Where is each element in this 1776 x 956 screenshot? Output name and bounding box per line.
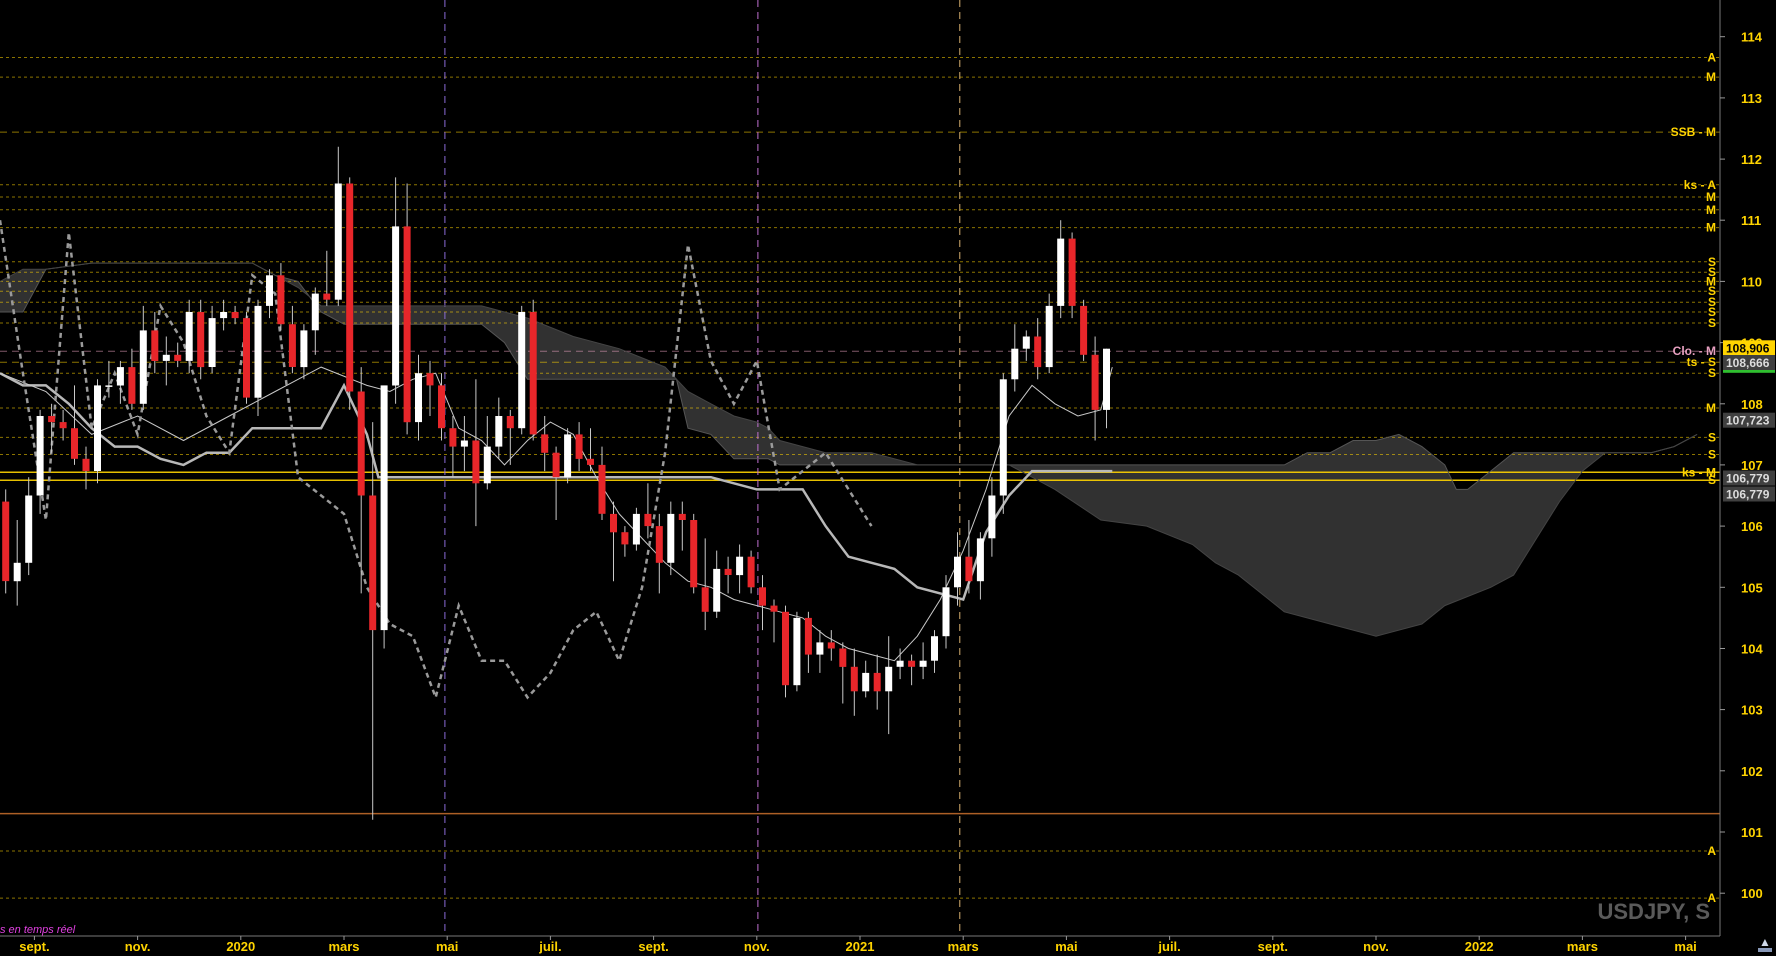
- svg-text:106,779: 106,779: [1726, 488, 1770, 502]
- y-tick-label: 102: [1741, 764, 1763, 779]
- x-tick-label: juil.: [538, 939, 561, 954]
- candle: [518, 305, 526, 435]
- level-label: S: [1708, 366, 1716, 380]
- level-label: A: [1707, 51, 1716, 65]
- svg-text:108,906: 108,906: [1726, 341, 1770, 355]
- y-tick-label: 112: [1741, 152, 1762, 167]
- x-tick-label: nov.: [1363, 939, 1389, 954]
- symbol-label: USDJPY, S: [1598, 899, 1711, 924]
- candle: [94, 379, 101, 484]
- x-tick-label: sept.: [1258, 939, 1288, 954]
- x-tick-label: 2020: [226, 939, 255, 954]
- y-tick-label: 110: [1741, 274, 1762, 289]
- level-label: S: [1708, 473, 1716, 487]
- level-label: M: [1706, 221, 1716, 235]
- y-tick-label: 104: [1741, 642, 1763, 657]
- x-tick-label: nov.: [744, 939, 770, 954]
- x-tick-label: nov.: [125, 939, 151, 954]
- candle: [690, 513, 698, 594]
- y-tick-label: 100: [1741, 886, 1763, 901]
- x-tick-label: sept.: [638, 939, 668, 954]
- price-tag: 107,723: [1723, 412, 1775, 428]
- candle: [747, 550, 755, 594]
- x-tick-label: mai: [1055, 939, 1077, 954]
- level-label: S: [1708, 430, 1716, 444]
- level-label: A: [1707, 844, 1716, 858]
- price-tag: 106,779: [1723, 486, 1775, 502]
- x-tick-label: mars: [1567, 939, 1598, 954]
- candle: [632, 507, 640, 551]
- y-tick-label: 111: [1741, 213, 1761, 228]
- x-tick-label: sept.: [19, 939, 49, 954]
- candle: [999, 373, 1007, 514]
- x-tick-label: 2022: [1465, 939, 1494, 954]
- price-tag: 106,779: [1723, 470, 1775, 486]
- y-tick-label: 114: [1741, 30, 1763, 45]
- y-tick-label: 113: [1741, 91, 1762, 106]
- x-tick-label: mai: [1674, 939, 1696, 954]
- x-tick-label: juil.: [1157, 939, 1180, 954]
- level-label: M: [1706, 203, 1716, 217]
- level-label: M: [1706, 401, 1716, 415]
- candle: [782, 605, 789, 698]
- level-label: S: [1708, 448, 1716, 462]
- candle: [2, 489, 10, 594]
- candle: [346, 177, 354, 410]
- y-tick-label: 101: [1741, 825, 1763, 840]
- x-tick-label: mars: [328, 939, 359, 954]
- level-label: S: [1708, 316, 1716, 330]
- svg-text:108,666: 108,666: [1726, 356, 1770, 370]
- realtime-note: s en temps réel: [0, 924, 76, 936]
- level-label: M: [1706, 70, 1716, 84]
- candle: [1080, 299, 1088, 361]
- y-tick-label: 106: [1741, 519, 1763, 534]
- y-tick-label: 103: [1741, 703, 1763, 718]
- y-tick-label: 108: [1741, 397, 1763, 412]
- y-tick-label: 105: [1741, 580, 1763, 595]
- candle: [380, 385, 388, 649]
- level-label: SSB - M: [1671, 125, 1716, 139]
- x-tick-label: 2021: [846, 939, 875, 954]
- x-tick-label: mai: [436, 939, 458, 954]
- x-tick-label: mars: [948, 939, 979, 954]
- candle: [564, 428, 572, 484]
- price-tags: 108,9062J 14h108,666107,723106,779106,77…: [1723, 340, 1775, 502]
- arrow-up-icon: ▲: [1759, 935, 1771, 949]
- axis-corner-icon[interactable]: ▲: [1758, 935, 1772, 952]
- ichimoku-candlestick-chart[interactable]: 1141131121111101091081071061051041031021…: [0, 0, 1776, 956]
- svg-text:106,779: 106,779: [1726, 472, 1770, 486]
- candle: [243, 312, 250, 404]
- price-tag: 108,906: [1723, 340, 1775, 356]
- svg-text:107,723: 107,723: [1726, 414, 1770, 428]
- candle: [793, 611, 801, 692]
- candle: [529, 299, 537, 441]
- candle: [1068, 232, 1076, 319]
- price-tag: 108,666: [1723, 355, 1775, 370]
